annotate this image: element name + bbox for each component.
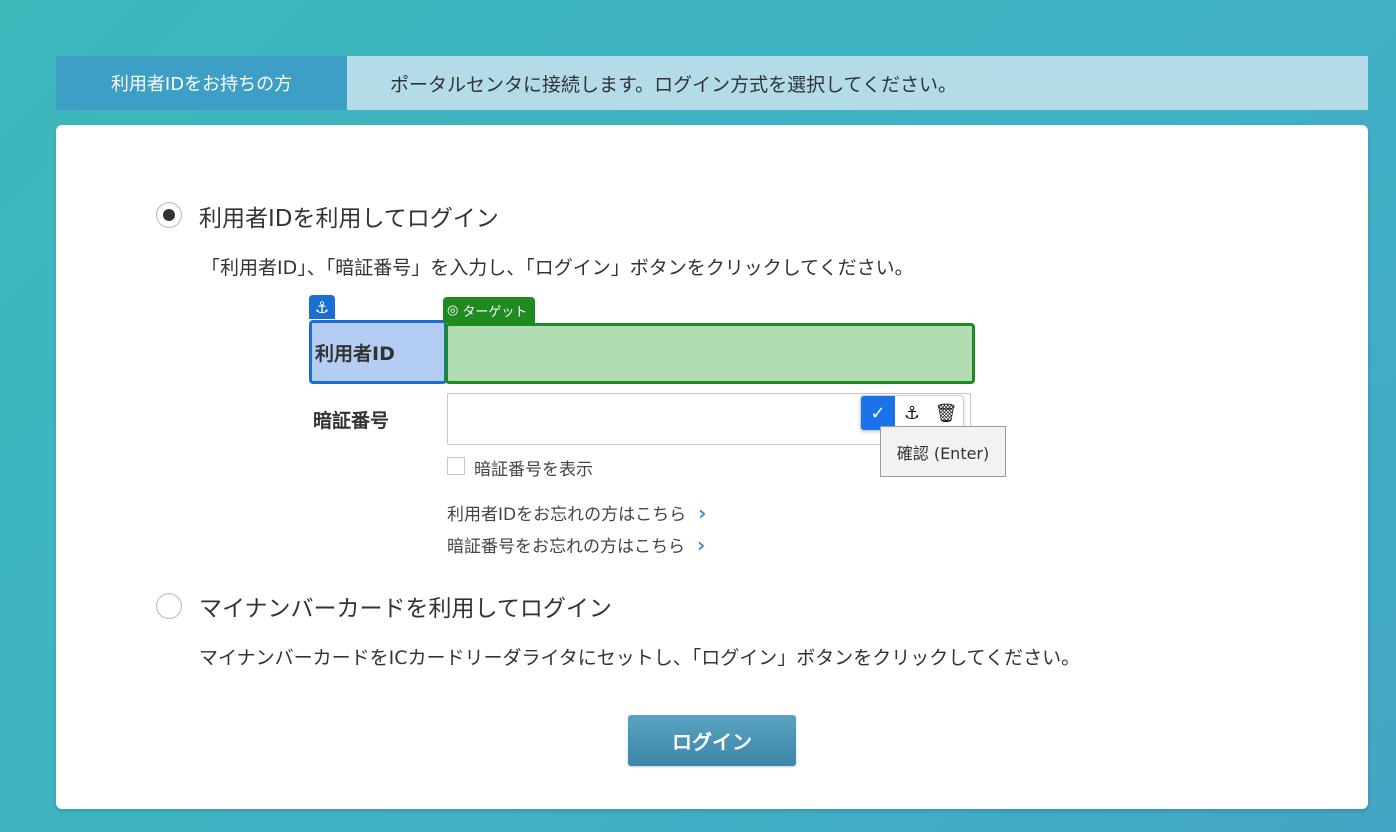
header-bar: 利用者IDをお持ちの方 ポータルセンタに接続します。ログイン方式を選択してくださ… [56,56,1368,110]
radio-mynumber-login[interactable] [156,593,182,619]
chevron-right-icon: › [698,500,707,525]
confirm-tooltip: 確認 (Enter) [880,426,1006,477]
target-icon: ◎ [447,302,459,318]
header-tab[interactable]: 利用者IDをお持ちの方 [56,56,347,110]
forgot-pin-link[interactable]: 暗証番号をお忘れの方はこちら › [447,532,706,558]
chevron-right-icon: › [697,532,706,557]
forgot-user-id-link[interactable]: 利用者IDをお忘れの方はこちら › [447,500,707,526]
trash-icon[interactable]: 🗑 [929,396,963,430]
target-highlight-user-id-input[interactable] [445,323,975,384]
radio-user-id-login[interactable] [156,202,182,228]
anchor-icon: ⚓ [309,295,335,319]
user-id-label: 利用者ID [309,320,447,384]
anchor-icon[interactable]: ⚓ [895,396,929,430]
login-button[interactable]: ログイン [628,715,796,766]
target-tag-label: ターゲット [462,304,528,320]
option-user-id-description: 「利用者ID」、「暗証番号」を入力し、「ログイン」ボタンをクリックしてください。 [201,257,914,279]
show-pin-checkbox[interactable] [447,457,465,475]
target-tag: ◎ ターゲット [443,297,536,323]
show-pin-label[interactable]: 暗証番号を表示 [474,455,593,480]
pin-label: 暗証番号 [313,410,390,432]
check-icon[interactable]: ✓ [861,396,895,430]
login-card: 利用者IDを利用してログイン 「利用者ID」、「暗証番号」を入力し、「ログイン」… [56,125,1368,809]
option-user-id-title[interactable]: 利用者IDを利用してログイン [199,199,499,233]
option-mynumber-description: マイナンバーカードをICカードリーダライタにセットし、「ログイン」ボタンをクリッ… [199,647,1081,669]
forgot-pin-link-text: 暗証番号をお忘れの方はこちら [447,537,685,557]
forgot-user-id-link-text: 利用者IDをお忘れの方はこちら [447,505,687,525]
option-mynumber-title[interactable]: マイナンバーカードを利用してログイン [199,589,612,623]
header-message: ポータルセンタに接続します。ログイン方式を選択してください。 [390,73,957,96]
